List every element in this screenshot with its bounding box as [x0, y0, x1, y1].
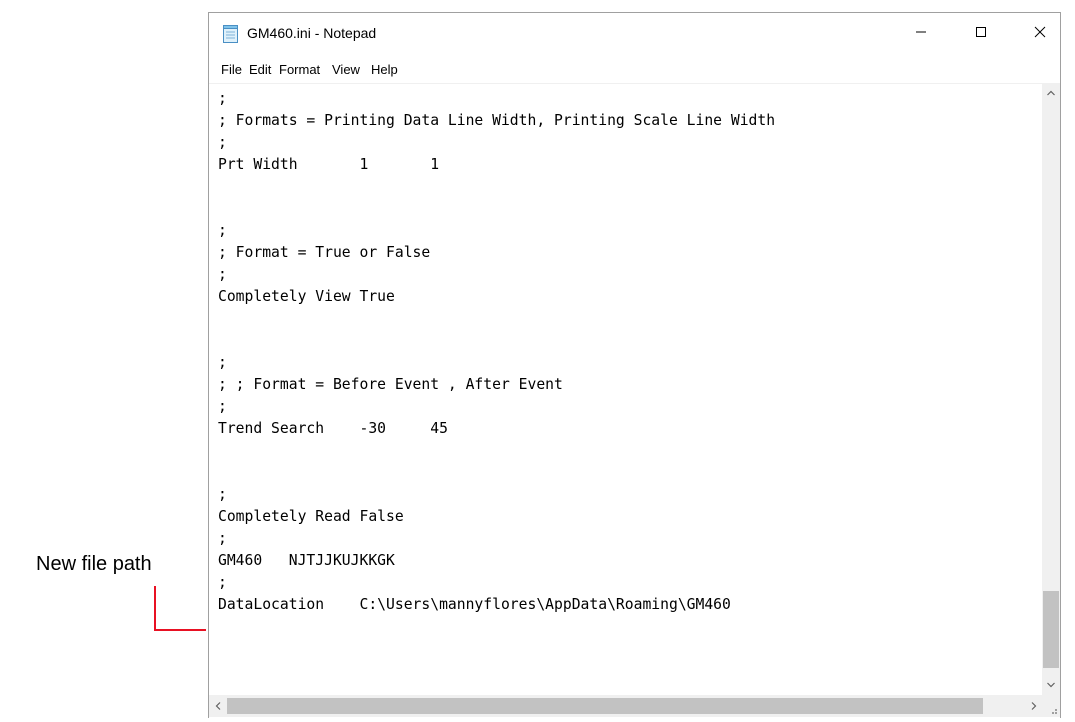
editor-line: ; [218, 486, 227, 503]
close-button[interactable] [1017, 13, 1063, 55]
editor-line: Trend Search -30 45 [218, 420, 448, 437]
editor-line: ; [218, 354, 227, 371]
editor-line: GM460 NJTJJKUJKKGK [218, 552, 395, 569]
scroll-up-button[interactable] [1042, 83, 1060, 100]
callout-line-horizontal [154, 629, 206, 631]
editor-line: ; [218, 530, 227, 547]
editor-line: ; ; Format = Before Event , After Event [218, 376, 563, 393]
editor-line: Prt Width 1 1 [218, 156, 440, 173]
menu-file[interactable]: File [218, 61, 245, 78]
minimize-button[interactable] [898, 13, 944, 55]
menu-edit[interactable]: Edit [246, 61, 274, 78]
chevron-left-icon [215, 697, 221, 715]
menu-view[interactable]: View [329, 61, 363, 78]
window-title: GM460.ini - Notepad [247, 25, 377, 41]
editor-line: DataLocation C:\Users\mannyflores\AppDat… [218, 596, 731, 613]
menu-help[interactable]: Help [368, 61, 401, 78]
chevron-down-icon [1047, 675, 1055, 693]
scroll-left-button[interactable] [209, 695, 226, 717]
vertical-scroll-thumb[interactable] [1043, 591, 1059, 668]
resize-grip[interactable] [1042, 695, 1060, 717]
editor-line: ; [218, 398, 227, 415]
menu-format[interactable]: Format [276, 61, 323, 78]
scroll-down-button[interactable] [1042, 675, 1060, 692]
scroll-right-button[interactable] [1025, 695, 1042, 717]
notepad-window: GM460.ini - Notepad File Edit Format Vie… [208, 12, 1061, 718]
vertical-scrollbar[interactable] [1042, 83, 1060, 695]
notepad-icon [223, 25, 238, 43]
annotation-label: New file path [36, 553, 152, 575]
chevron-right-icon [1031, 697, 1037, 715]
callout-line-vertical [154, 586, 156, 631]
maximize-button[interactable] [958, 13, 1004, 55]
editor-line: ; [218, 266, 227, 283]
editor-line: Completely View True [218, 288, 395, 305]
editor-line: ; Format = True or False [218, 244, 431, 261]
editor-line: ; Formats = Printing Data Line Width, Pr… [218, 112, 776, 129]
maximize-icon [975, 25, 987, 43]
editor-line: ; [218, 222, 227, 239]
title-bar[interactable]: GM460.ini - Notepad [209, 13, 1060, 55]
horizontal-scroll-thumb[interactable] [227, 698, 983, 714]
resize-grip-icon [1042, 704, 1060, 721]
editor-line: Completely Read False [218, 508, 404, 525]
chevron-up-icon [1047, 83, 1055, 101]
horizontal-scrollbar[interactable] [209, 695, 1042, 717]
editor-line: ; [218, 574, 227, 591]
close-icon [1034, 25, 1046, 43]
editor-line: ; [218, 90, 227, 107]
menu-bar: File Edit Format View Help [209, 57, 1060, 83]
text-editor[interactable]: ; ; Formats = Printing Data Line Width, P… [209, 83, 1042, 695]
minimize-icon [915, 25, 927, 43]
editor-line: ; [218, 134, 227, 151]
